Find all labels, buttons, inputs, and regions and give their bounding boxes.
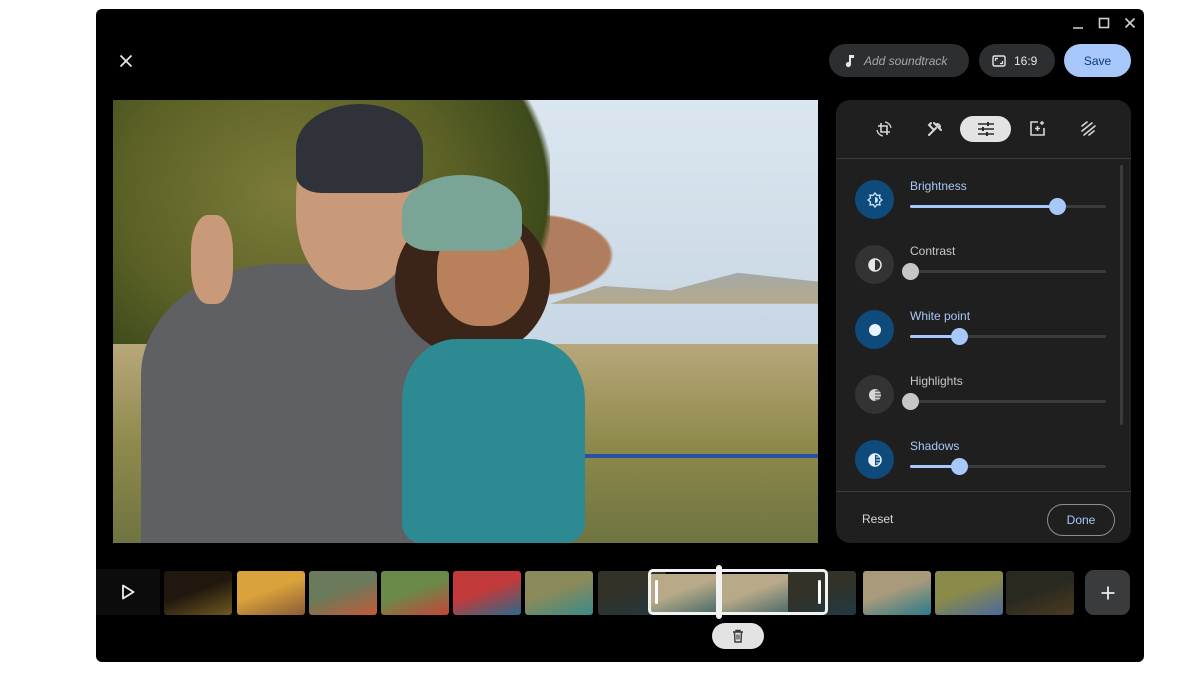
adjustments-list: Brightness Contrast White point Highligh…: [836, 159, 1131, 490]
done-button[interactable]: Done: [1047, 504, 1115, 536]
slider-knob[interactable]: [902, 393, 919, 410]
brightness-toggle[interactable]: [855, 180, 894, 219]
window-close-icon: [1124, 17, 1136, 29]
white-point-slider[interactable]: [910, 328, 1106, 345]
video-timeline: [96, 565, 1144, 619]
adjustment-label: Shadows: [910, 439, 960, 453]
timeline-thumbnail[interactable]: [164, 571, 232, 615]
slider-knob[interactable]: [902, 263, 919, 280]
photo-preview: [113, 100, 818, 543]
photo-mountains: [550, 272, 818, 304]
plus-icon: [1101, 586, 1114, 599]
highlights-slider[interactable]: [902, 393, 1106, 410]
adjustment-white-point: White point: [855, 304, 1107, 354]
adjustment-shadows: Shadows: [855, 434, 1107, 484]
adjust-panel: Brightness Contrast White point Highligh…: [836, 100, 1131, 543]
panel-scrollbar[interactable]: [1120, 165, 1123, 425]
tab-adjust[interactable]: [960, 116, 1011, 142]
timeline-thumbnail[interactable]: [935, 571, 1003, 615]
timeline-thumbnail[interactable]: [309, 571, 377, 615]
music-note-icon: [845, 54, 854, 67]
window-close-button[interactable]: [1120, 13, 1140, 33]
crop-rotate-icon: [875, 121, 892, 137]
adjustment-brightness: Brightness: [855, 174, 1107, 224]
timeline-thumbnail[interactable]: [525, 571, 593, 615]
minimize-button[interactable]: [1068, 13, 1088, 33]
tab-filters[interactable]: [1011, 116, 1062, 142]
white-point-icon: [868, 323, 881, 336]
shadows-toggle[interactable]: [855, 440, 894, 479]
contrast-icon: [867, 257, 882, 272]
timeline-thumbnail[interactable]: [1006, 571, 1074, 615]
photo-man-helmet: [296, 104, 424, 194]
photo-woman-shirt: [402, 339, 586, 543]
aspect-ratio-button[interactable]: 16:9: [979, 44, 1055, 77]
play-button[interactable]: [96, 569, 160, 615]
add-clip-button[interactable]: [1085, 570, 1130, 615]
save-button[interactable]: Save: [1064, 44, 1131, 77]
maximize-icon: [1098, 17, 1110, 29]
clip-end-handle[interactable]: [818, 580, 821, 604]
photo-woman-helmet: [402, 175, 522, 251]
slider-knob[interactable]: [951, 458, 968, 475]
photo-editor-window: Add soundtrack 16:9 Save Brightness Cont…: [96, 9, 1144, 662]
brightness-slider[interactable]: [910, 198, 1106, 215]
play-icon: [122, 584, 135, 600]
add-photo-icon: [1029, 121, 1045, 136]
reset-button[interactable]: Reset: [862, 512, 893, 526]
photo-peace-sign-hand: [190, 215, 233, 304]
delete-clip-button[interactable]: [712, 623, 764, 649]
adjustment-highlights: Highlights: [855, 369, 1107, 419]
add-soundtrack-button[interactable]: Add soundtrack: [829, 44, 969, 77]
slider-knob[interactable]: [951, 328, 968, 345]
contrast-toggle[interactable]: [855, 245, 894, 284]
highlights-icon: [868, 388, 881, 401]
editor-tabs: [836, 100, 1131, 159]
draw-icon: [1080, 121, 1096, 136]
shadows-icon: [867, 452, 882, 467]
aspect-ratio-label: 16:9: [1014, 53, 1038, 68]
adjustment-contrast: Contrast: [855, 239, 1107, 289]
adjustment-label: Contrast: [910, 244, 956, 258]
contrast-slider[interactable]: [902, 263, 1106, 280]
timeline-thumbnail[interactable]: [453, 571, 521, 615]
white-point-toggle[interactable]: [855, 310, 894, 349]
brightness-icon: [866, 191, 883, 208]
tools-icon: [927, 122, 942, 136]
highlights-toggle[interactable]: [855, 375, 894, 414]
adjustment-label: Highlights: [910, 374, 963, 388]
sliders-icon: [977, 122, 994, 136]
timeline-thumbnail[interactable]: [863, 571, 931, 615]
tab-crop-rotate[interactable]: [858, 116, 909, 142]
adjustment-label: Brightness: [910, 179, 967, 193]
tab-tools[interactable]: [909, 116, 960, 142]
timeline-thumbnail[interactable]: [381, 571, 449, 615]
slider-fill: [910, 205, 1057, 208]
close-editor-button[interactable]: [114, 49, 138, 73]
slider-knob[interactable]: [1049, 198, 1066, 215]
photo-bicycle: [578, 454, 818, 543]
trash-icon: [733, 629, 743, 643]
shadows-slider[interactable]: [910, 458, 1106, 475]
timeline-thumbnail[interactable]: [237, 571, 305, 615]
tab-markup[interactable]: [1062, 116, 1113, 142]
adjustment-label: White point: [910, 309, 971, 323]
panel-footer: Reset Done: [836, 491, 1131, 543]
close-icon: [119, 54, 133, 68]
aspect-ratio-icon: [992, 54, 1006, 67]
playhead[interactable]: [716, 565, 722, 619]
maximize-button[interactable]: [1094, 13, 1114, 33]
clip-start-handle[interactable]: [655, 580, 658, 604]
selected-clip[interactable]: [648, 569, 828, 615]
minimize-icon: [1073, 27, 1083, 29]
soundtrack-label: Add soundtrack: [864, 53, 948, 68]
